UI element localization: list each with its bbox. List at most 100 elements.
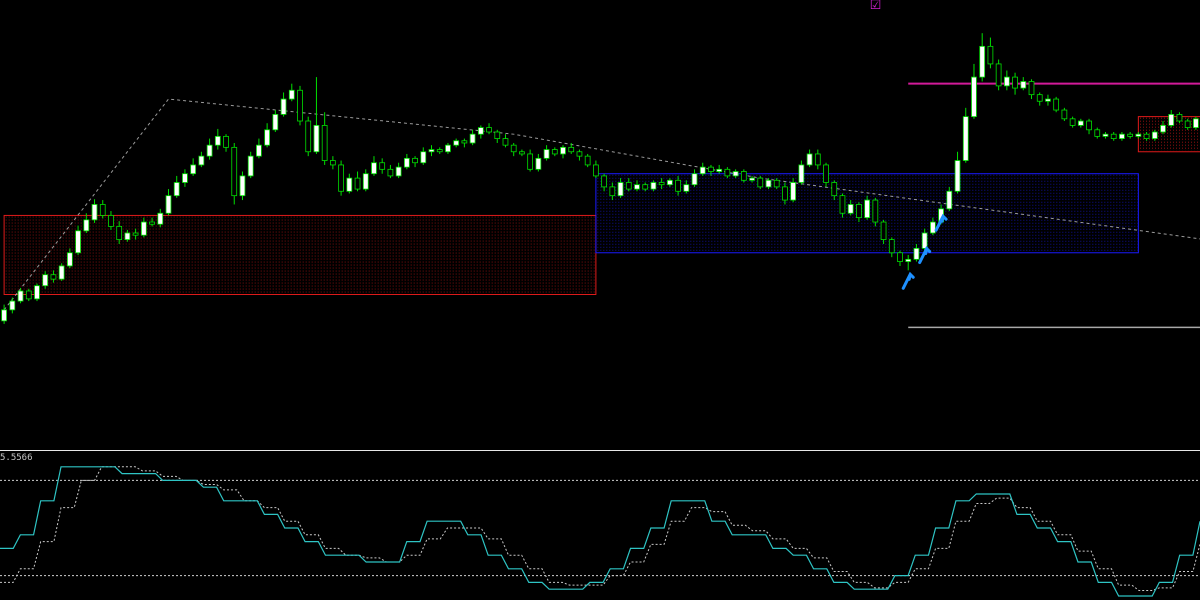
candle-body xyxy=(823,164,829,183)
up-arrow-icon xyxy=(901,271,915,290)
candle xyxy=(1119,131,1125,141)
candle xyxy=(223,134,229,152)
candle xyxy=(486,123,492,135)
candle-body xyxy=(946,190,953,210)
candle-body xyxy=(124,232,131,240)
candle xyxy=(116,221,123,244)
candle xyxy=(42,271,49,289)
candle xyxy=(436,147,443,154)
candle-body xyxy=(453,140,460,146)
candle xyxy=(239,171,246,201)
candle xyxy=(987,37,994,69)
candle xyxy=(691,169,698,187)
candle xyxy=(905,254,912,271)
candle xyxy=(395,162,402,179)
candle-body xyxy=(338,164,344,192)
candle xyxy=(1168,110,1175,128)
candle-body xyxy=(486,127,492,133)
candle xyxy=(9,297,16,314)
candle xyxy=(1086,118,1092,135)
candle-body xyxy=(691,173,698,186)
candle-body xyxy=(231,146,238,197)
candle-body xyxy=(99,204,106,216)
candle-body xyxy=(288,89,295,100)
candle xyxy=(1110,131,1117,141)
candle xyxy=(1061,107,1068,122)
candle-body xyxy=(428,149,435,153)
candle-body xyxy=(905,258,912,262)
candle-body xyxy=(9,300,16,311)
candle-body xyxy=(75,230,81,254)
candle xyxy=(650,180,657,192)
candle xyxy=(946,186,953,212)
candle xyxy=(888,237,895,258)
up-arrow-icon xyxy=(934,213,948,232)
candle xyxy=(790,178,797,203)
price-chart[interactable] xyxy=(0,0,1200,600)
candle-body xyxy=(173,182,180,197)
candle xyxy=(190,158,197,176)
candle xyxy=(182,169,188,187)
candle xyxy=(321,112,328,165)
candle xyxy=(379,158,386,174)
candle xyxy=(1028,79,1035,100)
candle-body xyxy=(519,151,525,155)
candle-body xyxy=(913,247,920,260)
candle-body xyxy=(1151,131,1158,139)
candle xyxy=(954,151,961,194)
candle xyxy=(1151,129,1158,141)
candle xyxy=(1003,70,1010,91)
candle-body xyxy=(642,184,649,190)
candle-body xyxy=(856,204,862,219)
candle-body xyxy=(658,182,665,186)
candle xyxy=(856,202,862,223)
candle xyxy=(247,151,254,179)
candle-body xyxy=(1,309,7,322)
candle-body xyxy=(313,125,320,153)
candle xyxy=(198,151,205,168)
candle xyxy=(806,149,813,168)
candle-body xyxy=(1176,114,1183,122)
candle-body xyxy=(190,164,197,175)
candle-body xyxy=(1160,125,1166,133)
candle-body xyxy=(666,179,673,186)
candle xyxy=(297,85,303,126)
candle-body xyxy=(864,199,870,219)
candle-body xyxy=(1045,98,1051,102)
candle xyxy=(428,145,435,157)
candle xyxy=(1012,72,1018,95)
candle xyxy=(494,129,501,143)
candle xyxy=(288,83,295,102)
candle xyxy=(83,213,90,234)
candle-body xyxy=(149,221,155,225)
candle-body xyxy=(831,182,838,197)
candle-body xyxy=(17,290,24,302)
candle xyxy=(897,250,903,266)
candle-body xyxy=(362,173,369,190)
candle-body xyxy=(782,186,788,201)
candle-body xyxy=(790,182,797,201)
candle-body xyxy=(609,186,616,197)
candle xyxy=(403,153,410,170)
candle xyxy=(1184,118,1191,130)
candle xyxy=(1127,131,1134,139)
candle xyxy=(25,288,32,302)
candles-layer xyxy=(1,33,1199,324)
candle-body xyxy=(814,153,821,166)
candle-body xyxy=(280,98,287,115)
candle-body xyxy=(83,219,90,232)
candle xyxy=(34,283,40,302)
candle xyxy=(510,142,517,157)
candle-body xyxy=(206,144,213,157)
candle xyxy=(962,107,969,163)
check-square-icon[interactable]: ☑ xyxy=(868,0,883,12)
candle xyxy=(165,189,172,216)
candle-body xyxy=(1028,81,1035,96)
candle-body xyxy=(765,179,772,188)
candle xyxy=(601,173,607,192)
candle xyxy=(108,211,114,230)
candle-body xyxy=(469,133,476,144)
candle xyxy=(75,225,81,255)
candle xyxy=(823,162,829,187)
candle-body xyxy=(510,144,517,153)
